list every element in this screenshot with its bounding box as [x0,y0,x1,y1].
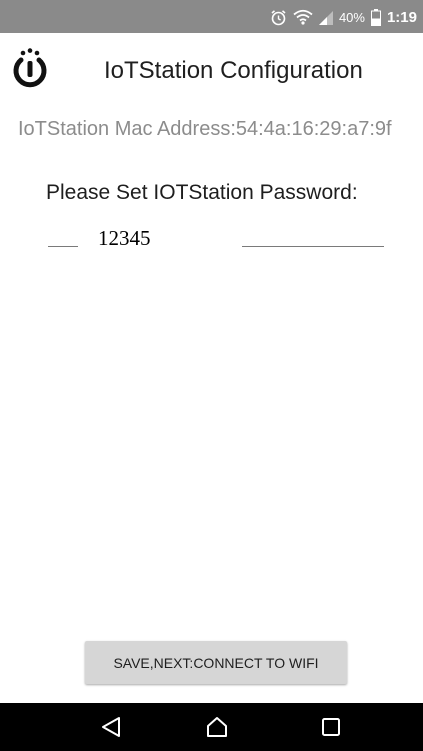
battery-percent: 40% [338,9,365,25]
page-title: IoTStation Configuration [104,57,363,84]
home-icon[interactable] [202,713,232,741]
password-input[interactable] [78,210,242,266]
password-field-container [48,210,384,272]
screen: 40% 1:19 IoTStation Configuration IoTSta… [0,0,423,751]
iotstation-logo-icon [12,48,48,88]
battery-icon [370,8,381,26]
navigation-bar [0,703,423,751]
back-triangle-icon[interactable] [96,713,126,741]
status-bar: 40% 1:19 [0,0,423,33]
save-connect-wifi-button[interactable]: SAVE,NEXT:CONNECT TO WIFI [85,641,347,684]
cell-signal-icon [318,10,333,25]
recent-apps-icon[interactable] [316,713,346,741]
app-header: IoTStation Configuration [0,33,423,108]
status-icons: 40% 1:19 [270,7,417,27]
alarm-clock-icon [270,9,287,26]
password-prompt-label: Please Set IOTStation Password: [46,181,358,204]
wifi-icon [293,9,313,25]
mac-address-label: IoTStation Mac Address:54:4a:16:29:a7:9f [18,118,392,140]
status-clock: 1:19 [386,8,417,26]
